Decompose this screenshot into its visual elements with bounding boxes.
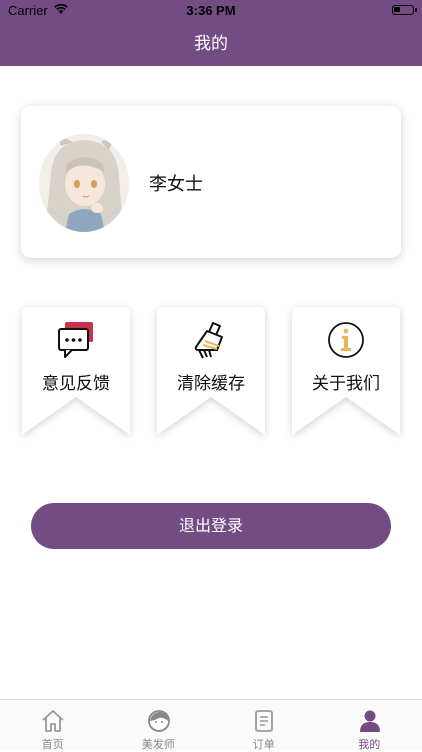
info-icon xyxy=(326,320,366,360)
clear-cache-label: 清除缓存 xyxy=(157,369,265,394)
home-icon xyxy=(40,709,66,733)
battery-icon xyxy=(392,5,414,15)
avatar[interactable] xyxy=(39,134,129,232)
feedback-label: 意见反馈 xyxy=(22,369,130,394)
feedback-card[interactable]: 意见反馈 xyxy=(22,307,130,435)
tab-bar: 首页 美发师 订单 我的 xyxy=(0,699,422,751)
tab-hairdresser[interactable]: 美发师 xyxy=(106,700,212,751)
tab-order[interactable]: 订单 xyxy=(211,700,317,751)
clear-cache-card[interactable]: 清除缓存 xyxy=(157,307,265,435)
status-bar: Carrier 3:36 PM xyxy=(0,0,422,22)
order-icon xyxy=(251,709,277,733)
user-name: 李女士 xyxy=(149,170,203,196)
profile-card[interactable]: 李女士 xyxy=(21,106,401,258)
tab-home[interactable]: 首页 xyxy=(0,700,106,751)
clock: 3:36 PM xyxy=(0,3,422,18)
tab-mine[interactable]: 我的 xyxy=(317,700,422,751)
logout-button[interactable]: 退出登录 xyxy=(31,503,391,549)
nav-bar: 我的 xyxy=(0,22,422,66)
hairdresser-icon xyxy=(146,709,172,733)
chat-bubbles-icon xyxy=(56,320,96,360)
avatar-illustration xyxy=(39,134,129,232)
page-title: 我的 xyxy=(194,34,228,54)
about-label: 关于我们 xyxy=(292,369,400,394)
person-icon xyxy=(357,709,383,733)
about-card[interactable]: 关于我们 xyxy=(292,307,400,435)
broom-icon xyxy=(191,320,231,360)
